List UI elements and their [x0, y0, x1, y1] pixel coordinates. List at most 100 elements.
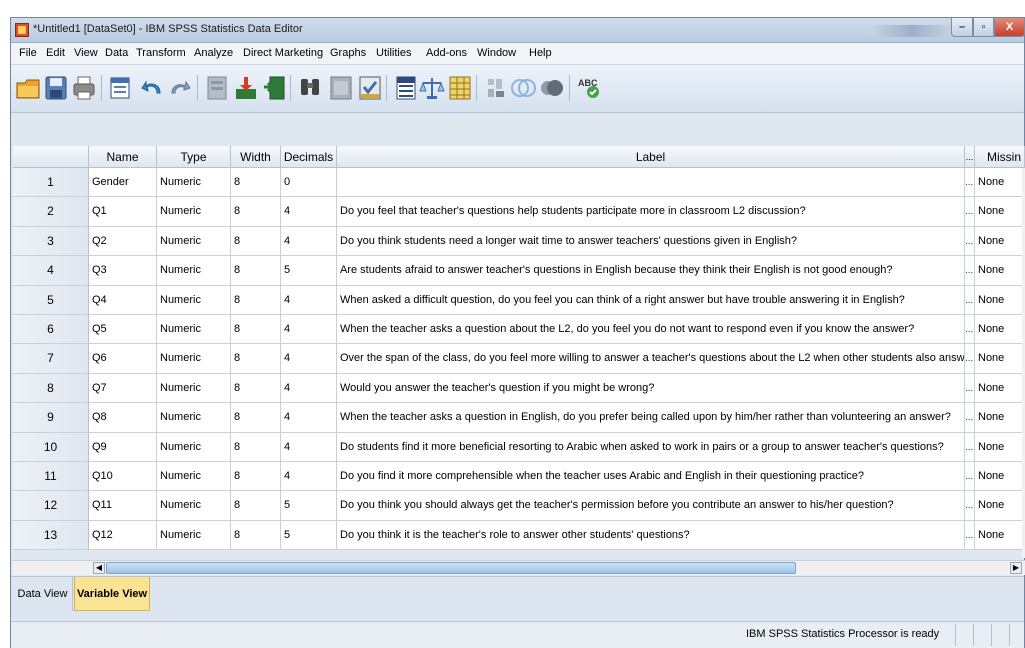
- cell-missing[interactable]: None: [975, 462, 1025, 492]
- row-number[interactable]: 11: [13, 462, 89, 492]
- cell-name[interactable]: Q6: [89, 344, 157, 374]
- cell-decimals[interactable]: 5: [281, 520, 337, 551]
- table-row[interactable]: 2 Q1 Numeric 8 4 Do you feel that teacher's q…: [13, 197, 1025, 227]
- cell-width[interactable]: 8: [231, 403, 281, 433]
- cell-name[interactable]: Gender: [89, 168, 157, 198]
- cell-missing[interactable]: None: [975, 226, 1025, 257]
- cell-type[interactable]: Numeric: [157, 491, 231, 521]
- row-number[interactable]: 13: [13, 520, 89, 551]
- row-number[interactable]: 6: [13, 315, 89, 345]
- insert-variable-icon[interactable]: [357, 74, 383, 102]
- cell-values[interactable]: ...: [965, 432, 975, 462]
- menu-data[interactable]: Data: [105, 47, 128, 59]
- cell-type[interactable]: Numeric: [157, 520, 231, 551]
- cell-name[interactable]: Q4: [89, 285, 157, 315]
- table-row[interactable]: 7 Q6 Numeric 8 4 Over the span of the class, …: [13, 344, 1025, 374]
- cell-label[interactable]: Do you think students need a longer wait…: [337, 226, 965, 257]
- cell-width[interactable]: 8: [231, 344, 281, 374]
- cell-values[interactable]: ...: [965, 462, 975, 492]
- table-row[interactable]: 1 Gender Numeric 8 0... None: [13, 168, 1025, 198]
- table-row[interactable]: 6 Q5 Numeric 8 4 When the teacher asks a ques…: [13, 315, 1025, 345]
- cell-label[interactable]: Do you find it more comprehensible when …: [337, 462, 965, 492]
- tab-data-view[interactable]: Data View: [13, 577, 73, 611]
- split-file-icon[interactable]: [393, 74, 419, 102]
- cell-label[interactable]: When the teacher asks a question in Engl…: [337, 403, 965, 433]
- menu-view[interactable]: View: [74, 47, 98, 59]
- cell-values[interactable]: ...: [965, 315, 975, 345]
- cell-values[interactable]: ...: [965, 226, 975, 257]
- cell-width[interactable]: 8: [231, 256, 281, 286]
- cell-width[interactable]: 8: [231, 168, 281, 198]
- row-number[interactable]: 7: [13, 344, 89, 374]
- cell-name[interactable]: Q2: [89, 226, 157, 257]
- cell-type[interactable]: Numeric: [157, 315, 231, 345]
- row-number[interactable]: 10: [13, 432, 89, 462]
- title-bar[interactable]: *Untitled1 [DataSet0] - IBM SPSS Statist…: [11, 18, 1025, 43]
- cell-name[interactable]: Q5: [89, 315, 157, 345]
- cell-values[interactable]: ...: [965, 168, 975, 198]
- cell-missing[interactable]: None: [975, 491, 1025, 521]
- cell-name[interactable]: Q10: [89, 462, 157, 492]
- scroll-left-button[interactable]: ◀: [93, 562, 105, 574]
- cell-decimals[interactable]: 5: [281, 256, 337, 286]
- select-cases-icon[interactable]: [447, 74, 473, 102]
- cell-decimals[interactable]: 4: [281, 226, 337, 257]
- cell-missing[interactable]: None: [975, 520, 1025, 551]
- cell-name[interactable]: Q1: [89, 197, 157, 227]
- cell-label[interactable]: Over the span of the class, do you feel …: [337, 344, 965, 374]
- cell-type[interactable]: Numeric: [157, 197, 231, 227]
- spss-app-icon[interactable]: [15, 23, 29, 37]
- table-row[interactable]: 9 Q8 Numeric 8 4 When the teacher asks a ques…: [13, 403, 1025, 433]
- column-header-missing[interactable]: Missin: [975, 146, 1025, 168]
- maximize-button[interactable]: ▫: [973, 18, 994, 37]
- cell-width[interactable]: 8: [231, 491, 281, 521]
- cell-decimals[interactable]: 4: [281, 285, 337, 315]
- cell-missing[interactable]: None: [975, 168, 1025, 198]
- menu-edit[interactable]: Edit: [46, 47, 65, 59]
- table-row[interactable]: 13 Q12 Numeric 8 5 Do you think it is the tea…: [13, 520, 1025, 551]
- table-row[interactable]: 10 Q9 Numeric 8 4 Do students find it more be…: [13, 432, 1025, 462]
- table-row[interactable]: 4 Q3 Numeric 8 5 Are students afraid to answe…: [13, 256, 1025, 286]
- cell-name[interactable]: Q11: [89, 491, 157, 521]
- cell-decimals[interactable]: 4: [281, 197, 337, 227]
- row-number[interactable]: 8: [13, 373, 89, 404]
- cell-values[interactable]: ...: [965, 256, 975, 286]
- weight-cases-icon[interactable]: [419, 74, 445, 102]
- cell-values[interactable]: ...: [965, 491, 975, 521]
- goto-variable-icon[interactable]: [233, 74, 259, 102]
- row-number[interactable]: 5: [13, 285, 89, 315]
- menu-help[interactable]: Help: [529, 47, 552, 59]
- cell-type[interactable]: Numeric: [157, 226, 231, 257]
- table-row[interactable]: 5 Q4 Numeric 8 4 When asked a difficult quest…: [13, 285, 1025, 315]
- find-icon[interactable]: [297, 74, 323, 102]
- cell-type[interactable]: Numeric: [157, 256, 231, 286]
- cell-type[interactable]: Numeric: [157, 285, 231, 315]
- column-header-decimals[interactable]: Decimals: [281, 146, 337, 168]
- table-row[interactable]: 11 Q10 Numeric 8 4 Do you find it more compre…: [13, 462, 1025, 492]
- cell-decimals[interactable]: 4: [281, 344, 337, 374]
- cell-label[interactable]: When asked a difficult question, do you …: [337, 285, 965, 315]
- value-labels-icon[interactable]: [483, 74, 509, 102]
- cell-name[interactable]: Q9: [89, 432, 157, 462]
- cell-name[interactable]: Q12: [89, 520, 157, 551]
- row-number[interactable]: 4: [13, 256, 89, 286]
- menu-add-ons[interactable]: Add-ons: [426, 47, 467, 59]
- open-folder-icon[interactable]: [15, 74, 41, 102]
- menu-file[interactable]: File: [19, 47, 37, 59]
- row-number[interactable]: 12: [13, 491, 89, 521]
- cell-values[interactable]: ...: [965, 373, 975, 404]
- cell-missing[interactable]: None: [975, 197, 1025, 227]
- cell-type[interactable]: Numeric: [157, 432, 231, 462]
- menu-window[interactable]: Window: [477, 47, 516, 59]
- cell-missing[interactable]: None: [975, 344, 1025, 374]
- cell-decimals[interactable]: 4: [281, 373, 337, 404]
- cell-decimals[interactable]: 4: [281, 403, 337, 433]
- menu-utilities[interactable]: Utilities: [376, 47, 411, 59]
- cell-values[interactable]: ...: [965, 403, 975, 433]
- menu-direct-marketing[interactable]: Direct Marketing: [243, 47, 323, 59]
- cell-label[interactable]: Do students find it more beneficial reso…: [337, 432, 965, 462]
- tab-variable-view[interactable]: Variable View: [74, 577, 150, 611]
- goto-case-icon[interactable]: [204, 74, 230, 102]
- column-header-label[interactable]: Label: [337, 146, 965, 168]
- cell-label[interactable]: [337, 168, 965, 198]
